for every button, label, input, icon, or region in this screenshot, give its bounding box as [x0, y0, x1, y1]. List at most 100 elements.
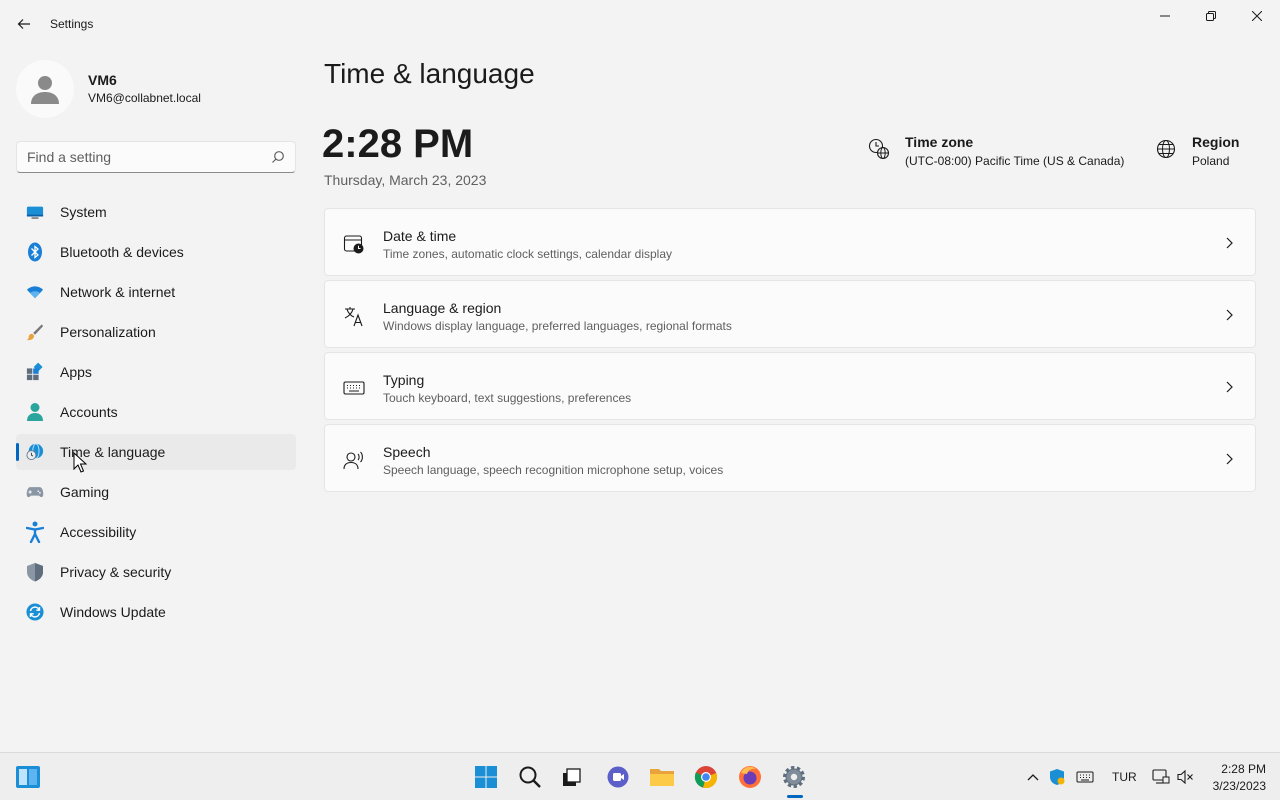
card-typing[interactable]: Typing Touch keyboard, text suggestions,…	[324, 352, 1256, 420]
task-view-icon	[563, 768, 581, 786]
sidebar-item-label: Bluetooth & devices	[60, 244, 184, 260]
chevron-up-icon	[1027, 774, 1039, 781]
card-date-time[interactable]: Date & time Time zones, automatic clock …	[324, 208, 1256, 276]
restore-button[interactable]	[1188, 0, 1234, 32]
current-date: Thursday, March 23, 2023	[324, 172, 487, 188]
defender-shield-icon	[1050, 769, 1065, 785]
taskbar-clock-date[interactable]: 3/23/2023	[1206, 779, 1266, 793]
sidebar-item-label: System	[60, 204, 107, 220]
timezone-title: Time zone	[905, 134, 974, 150]
globe-icon	[1156, 139, 1176, 159]
calendar-clock-icon	[343, 235, 364, 254]
volume-tray-button[interactable]	[1176, 768, 1194, 786]
back-button[interactable]	[10, 10, 38, 38]
firefox-icon	[739, 766, 761, 788]
timezone-info: Time zone (UTC-08:00) Pacific Time (US &…	[868, 132, 1138, 172]
user-email: VM6@collabnet.local	[88, 91, 201, 105]
chrome-button[interactable]	[692, 763, 720, 791]
settings-taskbar-button[interactable]	[780, 763, 808, 791]
chevron-right-icon	[1226, 237, 1233, 249]
sidebar-item-system[interactable]: System	[16, 194, 296, 230]
card-title: Date & time	[383, 228, 457, 244]
avatar[interactable]	[16, 60, 74, 118]
app-title: Settings	[50, 17, 94, 31]
active-app-indicator	[787, 795, 803, 798]
gamepad-icon	[26, 483, 44, 501]
sidebar-item-personalization[interactable]: Personalization	[16, 314, 296, 350]
sidebar-item-network[interactable]: Network & internet	[16, 274, 296, 310]
speech-icon	[343, 451, 363, 470]
search-input[interactable]	[17, 142, 257, 172]
sidebar-item-privacy[interactable]: Privacy & security	[16, 554, 296, 590]
sidebar-item-bluetooth[interactable]: Bluetooth & devices	[16, 234, 296, 270]
chevron-right-icon	[1226, 453, 1233, 465]
start-button[interactable]	[472, 763, 500, 791]
taskbar-clock-time[interactable]: 2:28 PM	[1218, 762, 1266, 776]
chat-button[interactable]	[604, 763, 632, 791]
sidebar-item-label: Accounts	[60, 404, 118, 420]
gear-icon	[783, 766, 805, 788]
bluetooth-icon	[26, 242, 44, 262]
sidebar-item-windows-update[interactable]: Windows Update	[16, 594, 296, 630]
update-icon	[26, 603, 44, 621]
widgets-icon	[16, 766, 40, 788]
search-icon	[519, 766, 541, 788]
card-description: Windows display language, preferred lang…	[383, 319, 732, 333]
card-description: Touch keyboard, text suggestions, prefer…	[383, 391, 632, 405]
chevron-right-icon	[1226, 309, 1233, 321]
card-title: Speech	[383, 444, 431, 460]
show-hidden-icons-button[interactable]	[1024, 768, 1042, 786]
keyboard-icon	[343, 381, 365, 395]
user-name: VM6	[88, 72, 117, 88]
monitor-icon	[26, 203, 44, 221]
sidebar-item-label: Privacy & security	[60, 564, 172, 580]
minimize-icon	[1160, 15, 1170, 17]
search-icon[interactable]	[271, 150, 285, 164]
page-title: Time & language	[324, 58, 535, 89]
security-tray-button[interactable]	[1048, 768, 1066, 786]
close-button[interactable]	[1234, 0, 1280, 32]
search-box[interactable]	[16, 141, 296, 173]
sidebar-item-accessibility[interactable]: Accessibility	[16, 514, 296, 550]
input-language-indicator[interactable]: TUR	[1112, 770, 1137, 784]
file-explorer-button[interactable]	[648, 763, 676, 791]
sidebar-item-label: Gaming	[60, 484, 110, 500]
card-language-region[interactable]: Language & region Windows display langua…	[324, 280, 1256, 348]
wifi-icon	[26, 283, 44, 301]
firefox-button[interactable]	[736, 763, 764, 791]
network-tray-button[interactable]	[1152, 768, 1170, 786]
minimize-button[interactable]	[1142, 0, 1188, 32]
region-value: Poland	[1192, 154, 1230, 168]
folder-icon	[650, 769, 674, 786]
current-time: 2:28 PM	[322, 122, 474, 166]
sidebar-item-apps[interactable]: Apps	[16, 354, 296, 390]
sidebar-item-accounts[interactable]: Accounts	[16, 394, 296, 430]
network-icon	[1152, 769, 1170, 784]
taskbar-search-button[interactable]	[516, 763, 544, 791]
timezone-value: (UTC-08:00) Pacific Time (US & Canada)	[905, 154, 1125, 168]
sidebar-item-label: Accessibility	[60, 524, 137, 540]
accessibility-icon	[26, 521, 44, 543]
task-view-button[interactable]	[558, 763, 586, 791]
card-speech[interactable]: Speech Speech language, speech recogniti…	[324, 424, 1256, 492]
card-title: Typing	[383, 372, 425, 388]
mouse-cursor-icon	[73, 452, 87, 473]
globe-clock-icon	[26, 443, 44, 461]
chevron-right-icon	[1226, 381, 1233, 393]
close-icon	[1252, 11, 1262, 21]
apps-icon	[26, 362, 44, 381]
windows-logo-icon	[475, 766, 497, 788]
card-title: Language & region	[383, 300, 502, 316]
user-profile[interactable]: VM6 VM6@collabnet.local	[16, 60, 296, 118]
timezone-icon	[868, 138, 890, 160]
sidebar-item-label: Network & internet	[60, 284, 176, 300]
chrome-icon	[694, 766, 718, 789]
sidebar-item-label: Personalization	[60, 324, 156, 340]
sidebar-item-time-language[interactable]: Time & language	[16, 434, 296, 470]
region-info: Region Poland	[1155, 132, 1265, 172]
shield-icon	[26, 563, 44, 582]
widgets-button[interactable]	[14, 763, 42, 791]
person-icon	[26, 403, 44, 421]
sidebar-item-gaming[interactable]: Gaming	[16, 474, 296, 510]
keyboard-tray-button[interactable]	[1076, 768, 1094, 786]
